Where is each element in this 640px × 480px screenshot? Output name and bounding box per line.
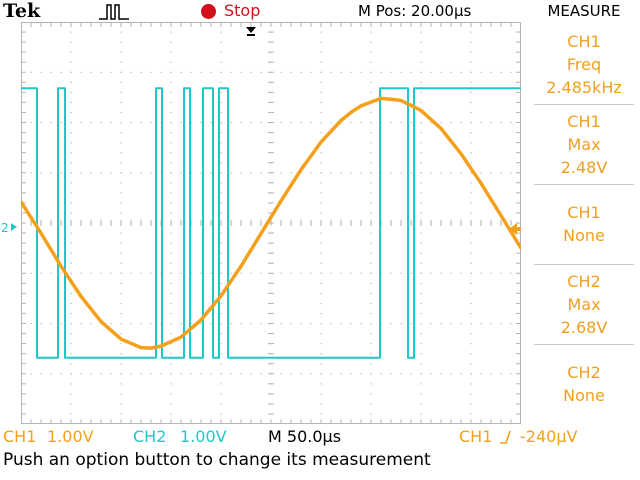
measurement-type: Max <box>567 294 601 314</box>
measurement-type: None <box>563 386 605 405</box>
measurement-source: CH2 <box>567 271 601 291</box>
measurement-slot-3[interactable]: CH1 None <box>528 184 640 264</box>
measurement-source: CH1 <box>567 203 601 222</box>
trigger-level-marker-icon <box>509 223 521 235</box>
measurement-slot-4[interactable]: CH2 Max 2.68V <box>528 264 640 344</box>
stop-indicator-icon <box>201 4 216 19</box>
measurement-type: Max <box>567 134 601 154</box>
top-status-bar: Tek Stop M Pos: 20.00µs MEASURE <box>0 0 640 24</box>
help-message: Push an option button to change its meas… <box>3 450 431 470</box>
channel-status-bar: CH1 1.00V CH2 1.00V M 50.0µs CH1 -240µV <box>0 424 640 448</box>
ch1-label: CH1 <box>3 427 37 446</box>
measure-menu: CH1 Freq 2.485kHz CH1 Max 2.48V CH1 None… <box>528 24 640 424</box>
graticule <box>21 22 521 424</box>
ch1-scale: 1.00V <box>47 427 94 446</box>
svg-text:2: 2 <box>1 221 9 235</box>
measurement-value: 2.485kHz <box>546 77 622 97</box>
run-state-label: Stop <box>224 1 261 20</box>
measurement-slot-5[interactable]: CH2 None <box>528 344 640 424</box>
menu-title: MEASURE <box>547 2 621 20</box>
measurement-value: 2.48V <box>560 157 608 177</box>
measurement-source: CH1 <box>567 111 601 131</box>
timebase-readout: M 50.0µs <box>268 427 342 446</box>
ch2-ground-marker: 2 <box>1 221 17 235</box>
trigger-source: CH1 <box>459 427 493 446</box>
brand-logo: Tek <box>3 0 41 22</box>
measurement-slot-1[interactable]: CH1 Freq 2.485kHz <box>528 24 640 104</box>
measurement-source: CH2 <box>567 363 601 382</box>
measurement-type: Freq <box>566 54 602 74</box>
measurement-slot-2[interactable]: CH1 Max 2.48V <box>528 104 640 184</box>
trigger-level: -240µV <box>520 427 578 446</box>
horizontal-position-readout: M Pos: 20.00µs <box>358 2 472 20</box>
measurement-type: None <box>563 226 605 245</box>
measurement-value: 2.68V <box>560 317 608 337</box>
ch2-scale: 1.00V <box>180 427 227 446</box>
measurement-source: CH1 <box>567 31 601 51</box>
trigger-status-icon <box>99 4 129 20</box>
rising-edge-icon <box>500 430 511 444</box>
waveform-display <box>21 22 521 424</box>
ch2-label: CH2 <box>133 427 167 446</box>
